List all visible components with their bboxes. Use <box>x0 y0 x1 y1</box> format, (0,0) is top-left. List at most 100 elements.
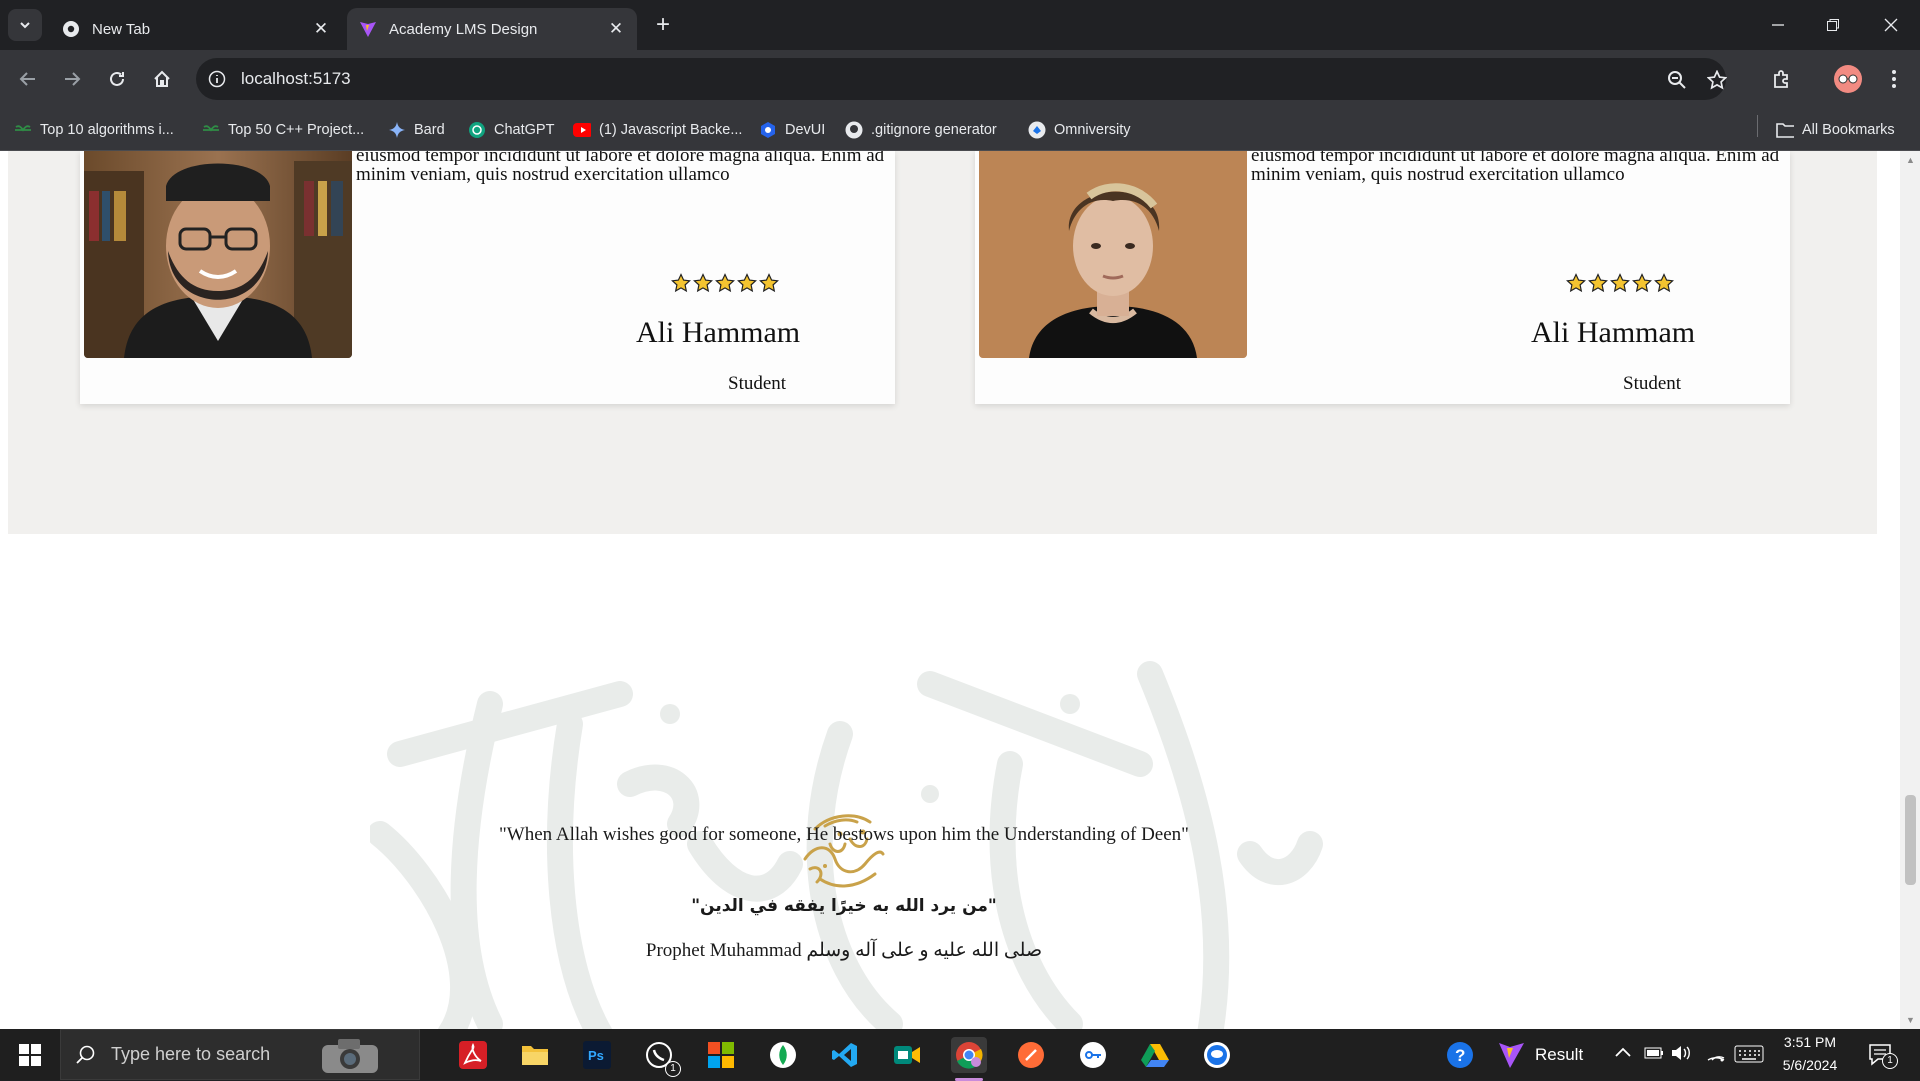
new-tab-button[interactable]: + <box>650 12 676 38</box>
testimonial-name: Ali Hammam <box>636 316 801 349</box>
omniversity-icon <box>1028 121 1046 139</box>
google-drive-app[interactable] <box>1137 1037 1173 1073</box>
svg-text:Ps: Ps <box>588 1048 604 1063</box>
bard-icon <box>388 121 406 139</box>
taskbar-search[interactable]: Type here to search <box>60 1029 420 1080</box>
bookmark-omniversity[interactable]: Omniversity <box>1028 119 1131 141</box>
forward-button[interactable] <box>58 65 86 93</box>
star-icon <box>1654 273 1674 293</box>
testimonial-photo <box>979 151 1247 358</box>
extensions-button[interactable] <box>1768 65 1796 93</box>
back-button[interactable] <box>14 65 42 93</box>
scroll-down-arrow[interactable]: ▼ <box>1905 1015 1916 1025</box>
bookmark-top-10-algorithms[interactable]: Top 10 algorithms i... <box>14 119 174 141</box>
clock-date[interactable]: 5/6/2024 <box>1770 1057 1850 1073</box>
chrome-menu-button[interactable] <box>1880 65 1908 93</box>
testimonial-card: eiusmod tempor incididunt ut labore et d… <box>975 151 1790 404</box>
profile-avatar[interactable] <box>1834 65 1862 93</box>
bookmark-top-50-cpp[interactable]: Top 50 C++ Project... <box>202 119 364 141</box>
vite-icon <box>359 20 377 38</box>
arrow-right-icon <box>65 72 81 86</box>
testimonial-role: Student <box>728 373 787 394</box>
page-scrollbar[interactable]: ▲ ▼ <box>1900 151 1920 1029</box>
home-button[interactable] <box>148 65 176 93</box>
messaging-app[interactable] <box>1199 1037 1235 1073</box>
browser-toolbar: localhost:5173 <box>0 50 1920 108</box>
star-icon <box>715 273 735 293</box>
bookmark-bard[interactable]: Bard <box>388 119 445 141</box>
meet-app[interactable] <box>889 1037 925 1073</box>
start-button[interactable] <box>0 1029 60 1080</box>
bookmark-label: Omniversity <box>1054 122 1131 138</box>
clock-time[interactable]: 3:51 PM <box>1770 1034 1850 1050</box>
star-icon <box>1632 273 1652 293</box>
chrome-app[interactable] <box>951 1037 987 1081</box>
bookmark-label: ChatGPT <box>494 122 555 138</box>
restore-button[interactable] <box>1813 10 1853 40</box>
star-icon <box>671 273 691 293</box>
address-bar[interactable]: localhost:5173 <box>196 58 1728 100</box>
camera-icon <box>322 1038 379 1073</box>
bookmark-devui[interactable]: DevUI <box>759 119 825 141</box>
file-explorer-app[interactable] <box>517 1037 553 1073</box>
bookmark-label: DevUI <box>785 122 826 138</box>
acrobat-app[interactable] <box>455 1037 491 1073</box>
search-icon <box>76 1045 95 1064</box>
minimize-button[interactable] <box>1758 10 1798 40</box>
postman-app[interactable] <box>1013 1037 1049 1073</box>
close-tab-icon[interactable]: ✕ <box>310 18 332 40</box>
mongodb-app[interactable] <box>765 1037 801 1073</box>
tab-new-tab[interactable]: New Tab ✕ <box>50 8 342 50</box>
bookmark-javascript-backend[interactable]: (1) Javascript Backe... <box>573 119 742 141</box>
tab-search-button[interactable] <box>8 9 42 41</box>
github-icon <box>845 121 863 139</box>
bookmark-gitignore-generator[interactable]: .gitignore generator <box>845 119 997 141</box>
close-tab-icon[interactable]: ✕ <box>605 18 627 40</box>
chat-bubble-icon <box>1204 1042 1230 1068</box>
close-window-button[interactable] <box>1871 10 1911 40</box>
site-info-icon[interactable] <box>206 68 228 90</box>
testimonial-text: eiusmod tempor incididunt ut labore et d… <box>356 151 885 185</box>
microsoft-store-app[interactable] <box>703 1037 739 1073</box>
wifi-icon[interactable] <box>1706 1044 1726 1067</box>
muhammad-calligraphy-emblem <box>803 814 885 888</box>
chevron-up-icon[interactable] <box>1614 1045 1632 1064</box>
store-icon <box>708 1042 734 1068</box>
devui-icon <box>759 121 777 139</box>
hadith-arabic: "من يرد الله به خيرًا يفقه في الدين" <box>691 896 997 916</box>
close-icon <box>1884 18 1898 32</box>
bookmark-chatgpt[interactable]: ChatGPT <box>468 119 554 141</box>
tab-strip: New Tab ✕ Academy LMS Design ✕ + <box>0 0 1920 50</box>
hadith-english: "When Allah wishes good for someone, He … <box>499 824 1189 845</box>
gfg-icon <box>14 121 32 139</box>
all-bookmarks-button[interactable]: All Bookmarks <box>1776 119 1895 141</box>
tab-academy-lms[interactable]: Academy LMS Design ✕ <box>347 8 637 50</box>
star-rating <box>1566 273 1674 293</box>
result-label[interactable]: Result <box>1535 1045 1583 1065</box>
windows-taskbar: Type here to search Ps 1 ? Result 3:51 P… <box>0 1029 1920 1081</box>
help-tray[interactable]: ? <box>1442 1037 1478 1073</box>
reload-icon <box>110 71 124 86</box>
scroll-up-arrow[interactable]: ▲ <box>1905 155 1916 165</box>
scroll-thumb[interactable] <box>1905 795 1916 885</box>
bookmark-star-icon[interactable] <box>1706 69 1728 91</box>
battery-icon[interactable] <box>1644 1046 1664 1065</box>
puzzle-icon <box>1774 70 1788 88</box>
notifications-button[interactable]: 1 <box>1868 1043 1898 1072</box>
photoshop-app[interactable]: Ps <box>579 1037 615 1073</box>
keyboard-icon[interactable] <box>1734 1045 1764 1068</box>
reload-button[interactable] <box>103 65 131 93</box>
volume-icon[interactable] <box>1670 1044 1692 1067</box>
vscode-app[interactable] <box>827 1037 863 1073</box>
whatsapp-app[interactable]: 1 <box>641 1037 681 1077</box>
gfg-icon <box>202 121 220 139</box>
svg-text:?: ? <box>1455 1046 1465 1065</box>
vite-icon <box>1499 1043 1524 1068</box>
arrow-left-icon <box>19 72 35 86</box>
star-icon <box>693 273 713 293</box>
vite-tray[interactable] <box>1493 1037 1529 1073</box>
star-icon <box>737 273 757 293</box>
zoom-icon[interactable] <box>1666 69 1688 91</box>
vpn-app[interactable] <box>1075 1037 1111 1073</box>
star-icon <box>1566 273 1586 293</box>
